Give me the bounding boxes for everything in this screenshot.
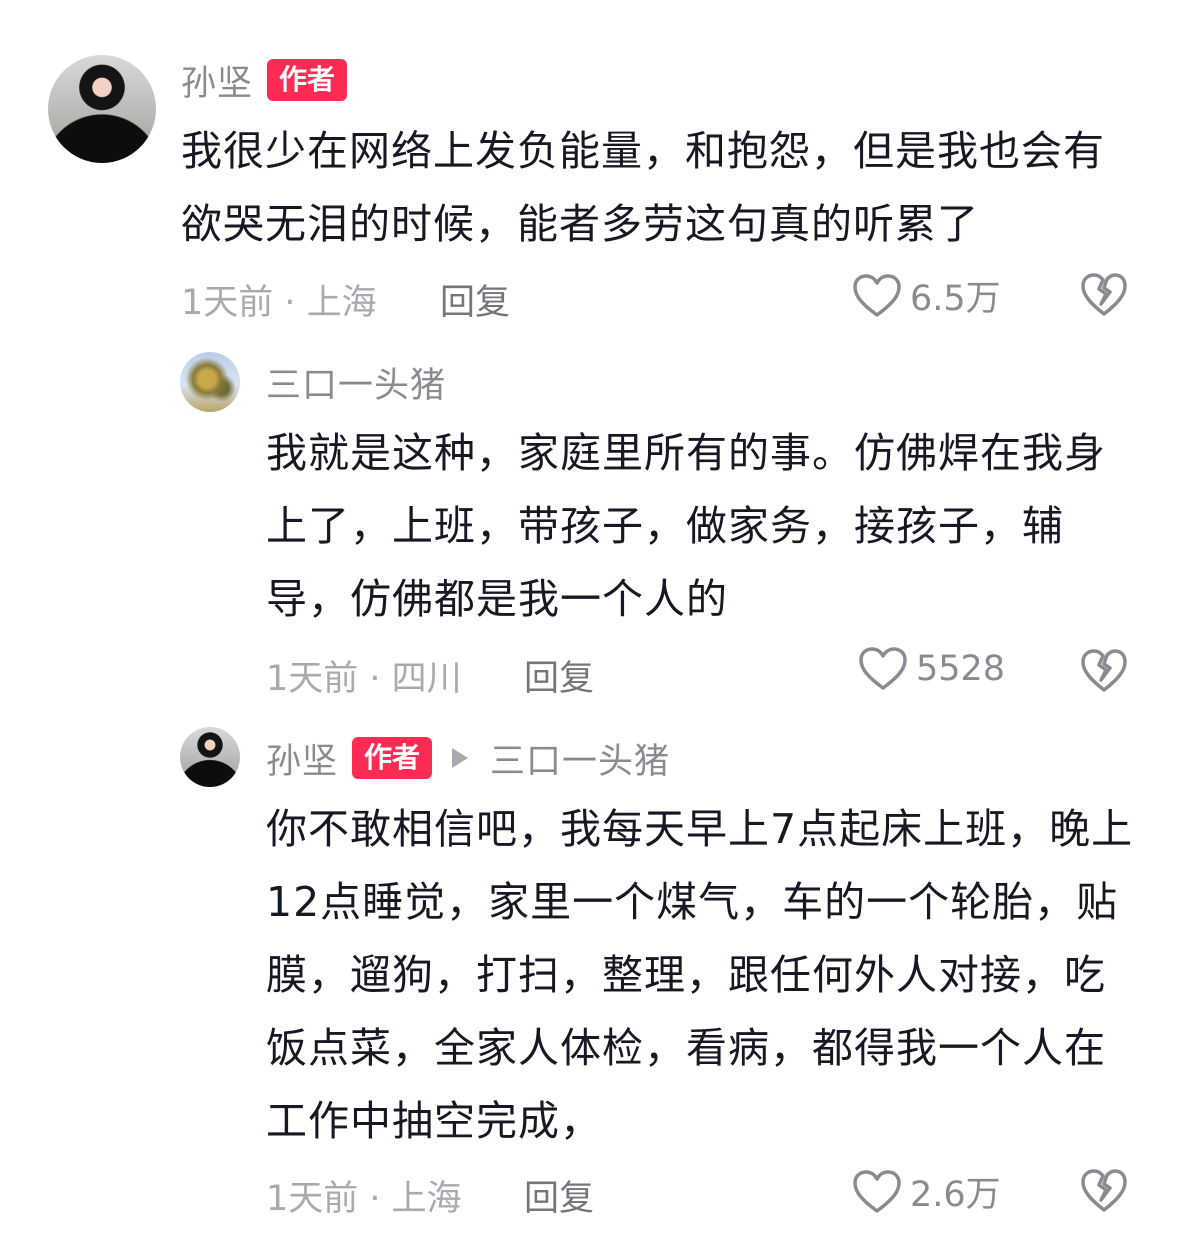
dislike-button[interactable] xyxy=(1080,1168,1128,1214)
comment-meta: 1天前 · 上海 xyxy=(266,1179,462,1219)
author-badge: 作者 xyxy=(267,59,348,101)
comment-text[interactable]: 你不敢相信吧，我每天早上7点起床上班，晚上12点睡觉，家里一个煤气，车的一个轮胎… xyxy=(266,793,1146,1158)
reply-button[interactable]: 回复 xyxy=(524,650,594,701)
reply-to-username[interactable]: 三口一头猪 xyxy=(490,733,670,784)
comment-meta: 1天前 · 四川 xyxy=(266,659,462,699)
like-button[interactable]: 5528 xyxy=(858,646,1005,692)
avatar[interactable] xyxy=(180,727,240,787)
avatar[interactable] xyxy=(48,55,156,163)
like-button[interactable]: 2.6万 xyxy=(852,1166,1001,1217)
like-count: 2.6万 xyxy=(910,1175,1001,1215)
heart-outline-icon xyxy=(858,646,908,692)
reply-button[interactable]: 回复 xyxy=(524,1170,594,1221)
avatar[interactable] xyxy=(180,352,240,412)
comment-text[interactable]: 我就是这种，家庭里所有的事。仿佛焊在我身上了，上班，带孩子，做家务，接孩子，辅导… xyxy=(266,417,1126,636)
comment-text[interactable]: 我很少在网络上发负能量，和抱怨，但是我也会有欲哭无泪的时候，能者多劳这句真的听累… xyxy=(181,115,1121,261)
username[interactable]: 孙坚 xyxy=(266,733,338,784)
reply-button[interactable]: 回复 xyxy=(440,274,510,325)
comment-header: 孙坚 作者 xyxy=(181,55,348,106)
comment-header: 三口一头猪 xyxy=(266,357,446,407)
heart-outline-icon xyxy=(852,1169,902,1215)
like-count: 5528 xyxy=(916,649,1006,689)
broken-heart-icon xyxy=(1080,1168,1128,1214)
reply-arrow-icon xyxy=(452,748,469,768)
dislike-button[interactable] xyxy=(1080,648,1128,694)
comment-meta: 1天前 · 上海 xyxy=(181,283,377,323)
broken-heart-icon xyxy=(1080,272,1128,318)
author-badge: 作者 xyxy=(352,737,433,779)
comment-header: 孙坚 作者 三口一头猪 xyxy=(266,733,670,783)
like-count: 6.5万 xyxy=(910,279,1001,319)
heart-outline-icon xyxy=(852,273,902,319)
broken-heart-icon xyxy=(1080,648,1128,694)
dislike-button[interactable] xyxy=(1080,272,1128,318)
username[interactable]: 孙坚 xyxy=(181,55,253,106)
username[interactable]: 三口一头猪 xyxy=(266,357,446,408)
like-button[interactable]: 6.5万 xyxy=(852,270,1001,321)
